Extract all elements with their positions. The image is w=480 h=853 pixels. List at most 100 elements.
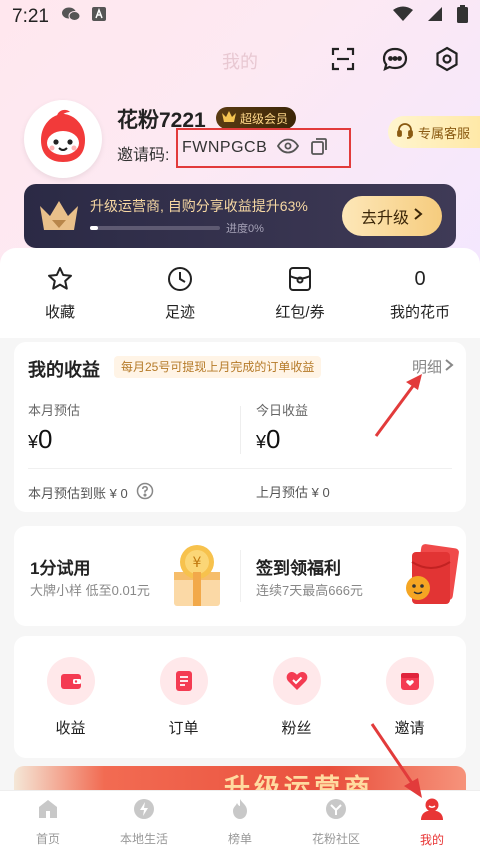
tool-fans[interactable]: 粉丝 xyxy=(240,656,353,738)
clock-icon xyxy=(166,265,194,293)
tab-local-life[interactable]: 本地生活 xyxy=(96,791,192,853)
trial-title: 1分试用 xyxy=(30,559,91,578)
crown-icon xyxy=(38,198,80,239)
month-settled-row: 本月预估到账 ¥ 0 xyxy=(28,482,154,503)
signal-icon xyxy=(427,6,443,28)
promo-card: 1分试用 大牌小样 低至0.01元 ¥ 签到领福利 连续7天最高666元 xyxy=(14,526,466,626)
divider xyxy=(240,406,241,454)
favorites-link[interactable]: 收藏 xyxy=(0,265,120,322)
tab-me[interactable]: 我的 xyxy=(384,791,480,853)
customer-service-label: 专属客服 xyxy=(417,125,470,141)
copy-icon[interactable] xyxy=(309,136,329,161)
settings-icon[interactable] xyxy=(432,44,462,74)
profile-icon xyxy=(419,796,445,827)
customer-service-button[interactable]: 专属客服 xyxy=(387,116,480,148)
gift-box-icon: ¥ xyxy=(166,542,228,615)
tool-earnings-label: 收益 xyxy=(55,719,86,737)
upgrade-progress-bar xyxy=(90,226,220,230)
chevron-right-icon xyxy=(444,358,454,376)
community-icon xyxy=(324,797,348,826)
coupon-icon xyxy=(286,265,314,293)
coins-label: 我的花币 xyxy=(389,303,450,321)
tab-me-label: 我的 xyxy=(419,833,444,847)
coupons-link[interactable]: 红包/券 xyxy=(240,265,360,322)
vip-badge[interactable]: 超级会员 xyxy=(216,107,297,129)
help-icon[interactable] xyxy=(136,482,154,503)
trial-promo[interactable]: 1分试用 大牌小样 低至0.01元 ¥ xyxy=(14,526,240,626)
divider xyxy=(28,468,452,469)
upgrade-banner[interactable]: 升级运营商, 自购分享收益提升63% 进度0% 去升级 xyxy=(24,184,456,248)
upgrade-button-label: 去升级 xyxy=(360,210,409,227)
coins-link[interactable]: 0 我的花币 xyxy=(360,265,480,322)
earnings-title: 我的收益 xyxy=(28,360,100,380)
tab-community-label: 花粉社区 xyxy=(311,832,360,846)
heart-icon xyxy=(272,656,321,705)
headset-icon xyxy=(396,122,414,143)
today-earnings-amount: ¥0 xyxy=(256,424,280,455)
history-link[interactable]: 足迹 xyxy=(120,265,240,322)
tools-card: 收益 订单 粉丝 邀请 xyxy=(14,636,466,758)
chevron-right-icon xyxy=(413,207,423,226)
earnings-detail-link[interactable]: 明细 xyxy=(412,356,454,377)
upgrade-text: 升级运营商, 自购分享收益提升63% xyxy=(90,198,308,214)
tab-community[interactable]: 花粉社区 xyxy=(288,791,384,853)
checkin-subtitle: 连续7天最高666元 xyxy=(256,583,363,598)
trial-subtitle: 大牌小样 低至0.01元 xyxy=(30,583,150,598)
star-icon xyxy=(46,265,74,293)
upgrade-progress-label: 进度0% xyxy=(226,223,264,235)
invite-code-highlight: FWNPGCB xyxy=(176,128,351,168)
tool-orders[interactable]: 订单 xyxy=(127,656,240,738)
favorites-label: 收藏 xyxy=(44,303,75,321)
tool-fans-label: 粉丝 xyxy=(281,719,312,737)
order-icon xyxy=(159,656,208,705)
currency-symbol: ¥ xyxy=(256,432,267,452)
wallet-icon xyxy=(46,656,95,705)
coins-value: 0 xyxy=(414,267,426,290)
svg-text:¥: ¥ xyxy=(193,555,202,571)
home-icon xyxy=(36,797,60,826)
today-earnings-value: 0 xyxy=(266,424,281,454)
battery-icon xyxy=(457,5,468,29)
currency-symbol: ¥ xyxy=(28,432,39,452)
upgrade-button[interactable]: 去升级 xyxy=(342,196,442,236)
month-estimate-value: 0 xyxy=(38,424,53,454)
invite-icon xyxy=(385,656,434,705)
tab-rankings[interactable]: 榜单 xyxy=(192,791,288,853)
message-icon[interactable] xyxy=(380,44,410,74)
today-earnings-label: 今日收益 xyxy=(256,403,309,418)
top-action-bar xyxy=(328,44,462,74)
earnings-tip: 每月25号可提现上月完成的订单收益 xyxy=(114,356,322,378)
eye-icon[interactable] xyxy=(277,138,300,159)
tool-invite-label: 邀请 xyxy=(394,719,425,737)
status-bar: 7:21 xyxy=(0,0,480,34)
tool-orders-label: 订单 xyxy=(168,719,199,737)
wifi-icon xyxy=(393,6,413,28)
month-estimate-amount: ¥0 xyxy=(28,424,52,455)
invite-code-value: FWNPGCB xyxy=(182,139,268,156)
avatar[interactable] xyxy=(24,100,102,178)
tab-local-life-label: 本地生活 xyxy=(119,832,168,846)
app-notification-icon xyxy=(91,6,107,28)
fire-icon xyxy=(228,797,252,826)
history-label: 足迹 xyxy=(164,303,195,321)
quick-links-card: 收藏 足迹 红包/券 0 我的花币 xyxy=(0,248,480,338)
crown-icon xyxy=(221,110,237,127)
last-month-text: 上月预估 ¥ 0 xyxy=(256,485,330,500)
month-settled-text: 本月预估到账 ¥ 0 xyxy=(28,486,128,501)
earnings-detail-label: 明细 xyxy=(411,359,442,376)
vip-label: 超级会员 xyxy=(240,111,289,126)
checkin-title: 签到领福利 xyxy=(256,559,341,578)
bottom-tab-bar: 首页 本地生活 榜单 花粉社区 我的 xyxy=(0,790,480,853)
tool-earnings[interactable]: 收益 xyxy=(14,656,127,738)
earnings-card: 我的收益 每月25号可提现上月完成的订单收益 明细 本月预估 ¥0 今日收益 ¥… xyxy=(14,342,466,512)
tab-home-label: 首页 xyxy=(35,832,60,846)
scan-icon[interactable] xyxy=(328,44,358,74)
month-estimate-label: 本月预估 xyxy=(28,403,81,418)
lightning-icon xyxy=(132,797,156,826)
coupons-label: 红包/券 xyxy=(275,303,325,321)
checkin-promo[interactable]: 签到领福利 连续7天最高666元 xyxy=(240,526,466,626)
tab-home[interactable]: 首页 xyxy=(0,791,96,853)
wechat-icon xyxy=(61,6,81,28)
invite-code-label: 邀请码: xyxy=(117,147,170,164)
tool-invite[interactable]: 邀请 xyxy=(353,656,466,738)
